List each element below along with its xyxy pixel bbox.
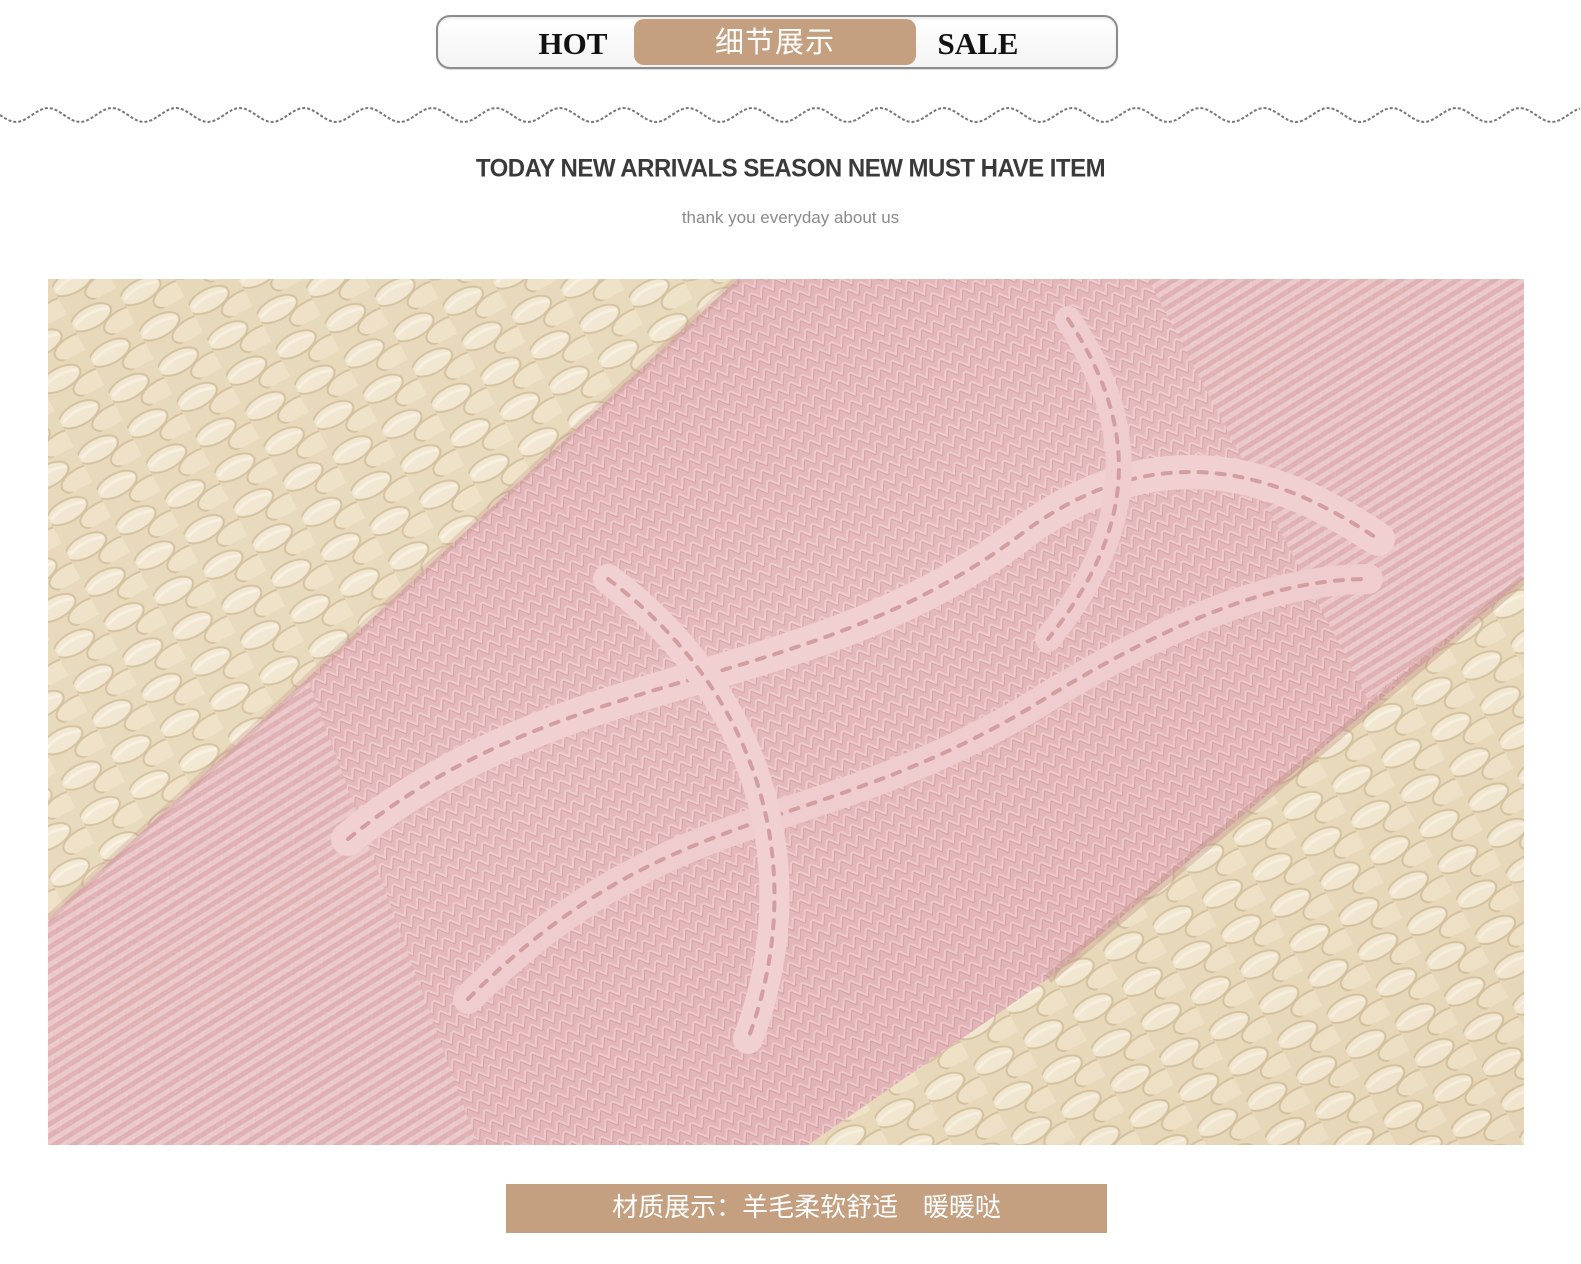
detail-display-label: 细节展示 [634,19,916,65]
sale-label: SALE [937,26,1019,61]
wavy-divider [0,106,1581,124]
product-detail-photo [48,279,1524,1145]
header-pill: HOT 细节展示 SALE [436,15,1118,69]
headline: TODAY NEW ARRIVALS SEASON NEW MUST HAVE … [475,154,1106,183]
subheadline: thank you everyday about us [681,208,900,227]
material-caption: 材质展示：羊毛柔软舒适 暖暖哒 [506,1184,1107,1233]
